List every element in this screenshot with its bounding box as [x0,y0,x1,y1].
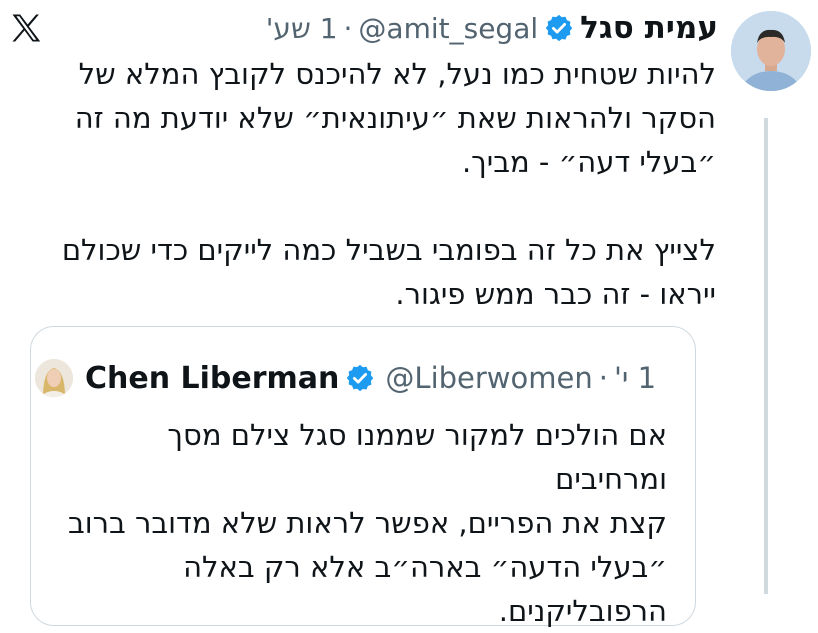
tweet-text-line: הסקר ולהראות שאת ״עיתונאית״ שלא יודעת מה… [74,101,716,135]
quoted-text-line: ״בעלי הדעה״ בארה״ב אלא רק באלה [183,550,667,584]
author-handle[interactable]: @amit_segal [358,12,538,45]
tweet-time[interactable]: 1 שע' [266,12,338,45]
quoted-text-line: אם הולכים למקור שממנו סגל צילם מסך ומרחי… [167,418,667,496]
tweet-header: עמית סגל @amit_segal · 1 שע' [60,8,718,48]
person-photo-icon [35,359,73,397]
meta-separator: · [598,361,608,395]
quoted-author-name[interactable]: Chen Liberman [85,361,339,396]
author-avatar[interactable] [731,11,811,91]
tweet-text: להיות שטחית כמו נעל, לא להיכנס לקובץ המל… [36,52,716,316]
x-logo-icon[interactable] [8,10,44,46]
thread-line [764,118,768,594]
quoted-author-handle[interactable]: @Liberwomen [385,361,592,395]
tweet-text-line: ״בעלי דעה״ - מביך. [461,145,716,179]
quoted-tweet-header: Chen Liberman @Liberwomen · 1 י' [31,355,677,401]
quoted-author-avatar[interactable] [35,359,73,397]
quoted-tweet-text: אם הולכים למקור שממנו סגל צילם מסך ומרחי… [47,413,667,633]
person-photo-icon [731,11,811,91]
quoted-tweet-card[interactable]: Chen Liberman @Liberwomen · 1 י' אם הולכ… [30,326,696,628]
tweet-text-line: לצייץ את כל זה בפומבי בשביל כמה לייקים כ… [61,233,716,267]
verified-badge-icon [545,14,573,42]
quoted-text-line: הרפובליקנים. [498,594,667,628]
tweet-text-line: להיות שטחית כמו נעל, לא להיכנס לקובץ המל… [78,57,716,91]
author-name[interactable]: עמית סגל [580,10,718,46]
quoted-tweet-time[interactable]: 1 י' [614,361,656,395]
tweet-text-line: ייראו - זה כבר ממש פיגור. [395,277,716,311]
verified-badge-icon [347,364,374,392]
meta-separator: · [343,11,353,45]
quoted-text-line: קצת את הפריים, אפשר לראות שלא מדובר ברוב [67,506,667,540]
